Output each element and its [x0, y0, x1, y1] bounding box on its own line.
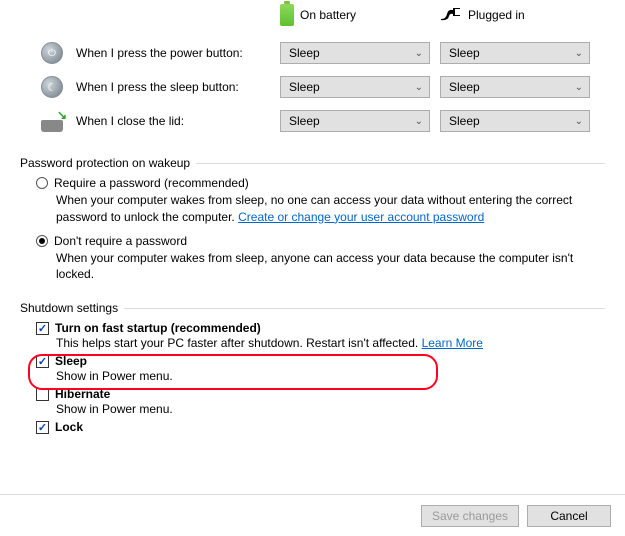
chevron-down-icon: ⌄	[575, 48, 583, 59]
hibernate-label: Hibernate	[55, 387, 110, 401]
sleep-button-icon: ☾	[38, 73, 66, 101]
chevron-down-icon: ⌄	[415, 116, 423, 127]
power-button-icon	[38, 39, 66, 67]
battery-icon	[280, 4, 294, 26]
power-button-label: When I press the power button:	[76, 46, 243, 60]
chevron-down-icon: ⌄	[575, 116, 583, 127]
lock-label: Lock	[55, 420, 83, 434]
create-password-link[interactable]: Create or change your user account passw…	[238, 210, 484, 224]
hibernate-checkbox[interactable]	[36, 388, 49, 401]
close-lid-battery-select[interactable]: Sleep⌄	[280, 110, 430, 132]
password-protection-heading: Password protection on wakeup	[20, 156, 605, 170]
fast-startup-label: Turn on fast startup (recommended)	[55, 321, 261, 335]
hibernate-desc: Show in Power menu.	[56, 402, 605, 416]
sleep-desc: Show in Power menu.	[56, 369, 605, 383]
sleep-label: Sleep	[55, 354, 87, 368]
plug-icon	[440, 5, 462, 26]
header-plugged-in: Plugged in	[468, 8, 525, 22]
chevron-down-icon: ⌄	[415, 82, 423, 93]
shutdown-settings-heading: Shutdown settings	[20, 301, 605, 315]
fast-startup-desc: This helps start your PC faster after sh…	[56, 336, 605, 350]
power-button-plugged-select[interactable]: Sleep⌄	[440, 42, 590, 64]
require-password-desc: When your computer wakes from sleep, no …	[56, 192, 596, 226]
require-password-radio[interactable]	[36, 177, 48, 189]
close-lid-plugged-select[interactable]: Sleep⌄	[440, 110, 590, 132]
learn-more-link[interactable]: Learn More	[422, 336, 483, 350]
cancel-button[interactable]: Cancel	[527, 505, 611, 527]
save-changes-button[interactable]: Save changes	[421, 505, 519, 527]
lock-checkbox[interactable]: ✓	[36, 421, 49, 434]
sleep-checkbox[interactable]: ✓	[36, 355, 49, 368]
dont-require-password-label: Don't require a password	[54, 234, 187, 248]
close-lid-icon: ↘	[38, 107, 66, 135]
dont-require-password-desc: When your computer wakes from sleep, any…	[56, 250, 596, 284]
dont-require-password-radio[interactable]	[36, 235, 48, 247]
header-on-battery: On battery	[300, 8, 356, 22]
sleep-button-battery-select[interactable]: Sleep⌄	[280, 76, 430, 98]
sleep-button-plugged-select[interactable]: Sleep⌄	[440, 76, 590, 98]
require-password-label: Require a password (recommended)	[54, 176, 249, 190]
sleep-button-label: When I press the sleep button:	[76, 80, 239, 94]
power-button-battery-select[interactable]: Sleep⌄	[280, 42, 430, 64]
fast-startup-checkbox[interactable]: ✓	[36, 322, 49, 335]
close-lid-label: When I close the lid:	[76, 114, 184, 128]
chevron-down-icon: ⌄	[575, 82, 583, 93]
chevron-down-icon: ⌄	[415, 48, 423, 59]
